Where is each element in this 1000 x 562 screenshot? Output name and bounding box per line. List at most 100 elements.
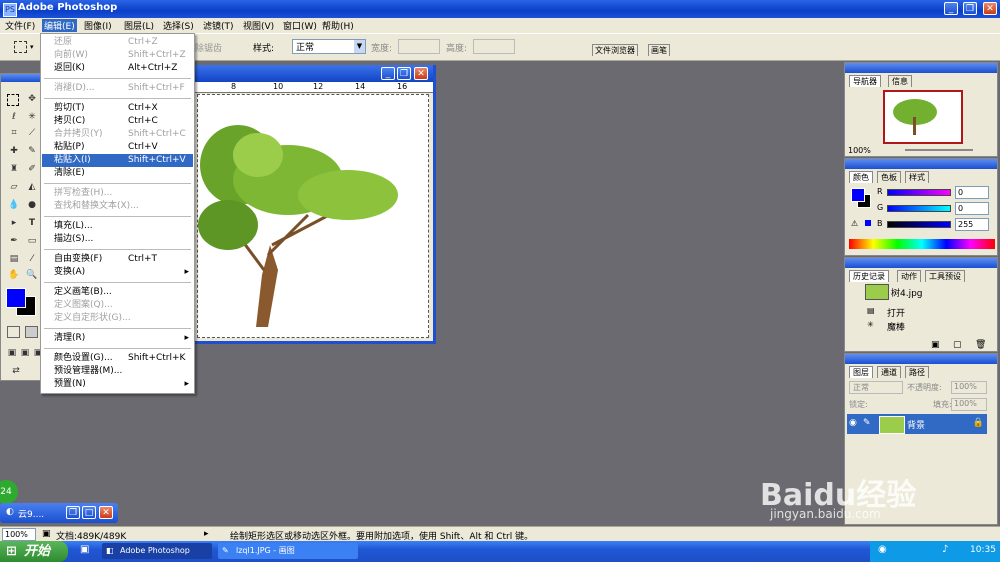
- minimized-maximize-button[interactable]: □: [82, 506, 96, 519]
- marquee-tool-icon[interactable]: [7, 94, 19, 106]
- marquee-preset-icon[interactable]: [14, 41, 27, 53]
- tab-channels[interactable]: 通道: [877, 366, 901, 378]
- fill-field[interactable]: 100%: [951, 398, 987, 411]
- minimize-button[interactable]: _: [944, 2, 958, 15]
- menu-image[interactable]: 图像(I): [82, 19, 114, 32]
- minimized-close-button[interactable]: ✕: [99, 506, 113, 519]
- blue-value[interactable]: 255: [955, 218, 989, 231]
- opacity-field[interactable]: 100%: [951, 381, 987, 394]
- zoom-slider[interactable]: [905, 149, 973, 151]
- tab-layers[interactable]: 图层: [849, 366, 873, 378]
- menu-item-free-transform[interactable]: 自由变换(F) Ctrl+T: [42, 253, 193, 266]
- menu-item-paste-into[interactable]: 粘贴入(I) Shift+Ctrl+V: [42, 154, 193, 167]
- tab-history[interactable]: 历史记录: [849, 270, 889, 282]
- history-item[interactable]: ▤ 打开: [865, 306, 987, 319]
- menu-item-cut[interactable]: 剪切(T) Ctrl+X: [42, 102, 193, 115]
- menu-item-transform[interactable]: 变换(A) ▸: [42, 266, 193, 279]
- screen-mode-standard-icon[interactable]: ▣: [5, 346, 19, 360]
- menu-item-undo[interactable]: 还原 Ctrl+Z: [42, 36, 193, 49]
- green-slider[interactable]: [887, 205, 951, 212]
- color-ramp[interactable]: [849, 239, 995, 249]
- menu-item-find-replace[interactable]: 查找和替换文本(X)...: [42, 200, 193, 213]
- zoom-tool-icon[interactable]: 🔍: [25, 268, 39, 282]
- snapshot-thumbnail[interactable]: [865, 284, 889, 300]
- snapshot-name[interactable]: 树4.jpg: [891, 286, 923, 299]
- new-document-icon[interactable]: ▣: [931, 340, 940, 350]
- chevron-down-icon[interactable]: ▾: [30, 43, 34, 51]
- height-field[interactable]: [473, 39, 515, 54]
- red-value[interactable]: 0: [955, 186, 989, 199]
- doc-minimize-button[interactable]: _: [381, 67, 395, 80]
- pen-tool-icon[interactable]: ✒: [7, 234, 21, 248]
- menu-item-fade[interactable]: 消褪(D)... Shift+Ctrl+F: [42, 82, 193, 95]
- path-selection-tool-icon[interactable]: ▸: [7, 216, 21, 230]
- restore-button[interactable]: ❐: [963, 2, 977, 15]
- minimized-document[interactable]: ◐ 云9.... ❐ □ ✕: [0, 503, 118, 523]
- menu-item-clear[interactable]: 清除(E): [42, 167, 193, 180]
- trash-icon[interactable]: 🗑: [975, 340, 986, 350]
- doc-close-button[interactable]: ✕: [414, 67, 428, 80]
- foreground-color-swatch[interactable]: [851, 188, 865, 202]
- foreground-color-swatch[interactable]: [6, 288, 26, 308]
- crop-tool-icon[interactable]: ⌗: [7, 126, 21, 140]
- document-canvas[interactable]: [197, 94, 429, 338]
- screen-mode-full-menu-icon[interactable]: ▣: [18, 346, 32, 360]
- menu-item-paste[interactable]: 粘贴(P) Ctrl+V: [42, 141, 193, 154]
- history-item[interactable]: ✳ 魔棒: [865, 320, 987, 333]
- navigator-zoom-value[interactable]: 100%: [848, 146, 871, 155]
- menu-item-preset-manager[interactable]: 预设管理器(M)...: [42, 365, 193, 378]
- dodge-tool-icon[interactable]: ●: [25, 198, 39, 212]
- start-button[interactable]: ⊞ 开始: [0, 541, 68, 562]
- tab-swatches[interactable]: 色板: [877, 171, 901, 183]
- tab-navigator[interactable]: 导航器: [849, 75, 881, 87]
- shape-tool-icon[interactable]: ▭: [25, 234, 39, 248]
- menu-edit[interactable]: 编辑(E): [42, 19, 77, 32]
- tab-paths[interactable]: 路径: [905, 366, 929, 378]
- blur-tool-icon[interactable]: 💧: [7, 198, 21, 212]
- tab-brushes[interactable]: 画笔: [648, 44, 670, 56]
- task-photoshop[interactable]: ◧ Adobe Photoshop: [102, 543, 212, 559]
- hand-tool-icon[interactable]: ✋: [7, 268, 21, 282]
- tab-info[interactable]: 信息: [888, 75, 912, 87]
- tab-tool-presets[interactable]: 工具预设: [925, 270, 965, 282]
- task-paint[interactable]: ✎ lzql1.JPG - 画图: [218, 543, 358, 559]
- menu-item-purge[interactable]: 清理(R) ▸: [42, 332, 193, 345]
- close-button[interactable]: ✕: [983, 2, 997, 15]
- eraser-tool-icon[interactable]: ▱: [7, 180, 21, 194]
- healing-brush-tool-icon[interactable]: ✚: [7, 144, 21, 158]
- menu-item-step-backward[interactable]: 返回(K) Alt+Ctrl+Z: [42, 62, 193, 75]
- minimized-restore-button[interactable]: ❐: [66, 506, 80, 519]
- move-tool-icon[interactable]: ✥: [25, 92, 39, 106]
- tray-speaker-icon[interactable]: ♪: [942, 544, 948, 555]
- menu-help[interactable]: 帮助(H): [320, 19, 356, 32]
- menu-item-check-spelling[interactable]: 拼写检查(H)...: [42, 187, 193, 200]
- standard-mode-icon[interactable]: [7, 326, 20, 338]
- menu-item-define-custom-shape[interactable]: 定义自定形状(G)...: [42, 312, 193, 325]
- blue-slider[interactable]: [887, 221, 951, 228]
- gamut-color-swatch[interactable]: [865, 220, 871, 226]
- menu-filter[interactable]: 滤镜(T): [201, 19, 236, 32]
- style-select[interactable]: 正常 ▼: [292, 39, 366, 54]
- new-snapshot-icon[interactable]: ▢: [953, 340, 962, 350]
- notification-badge[interactable]: 24: [0, 480, 18, 504]
- status-arrow-icon[interactable]: ▸: [204, 529, 209, 539]
- menu-window[interactable]: 窗口(W): [281, 19, 319, 32]
- menu-item-step-forward[interactable]: 向前(W) Shift+Ctrl+Z: [42, 49, 193, 62]
- brush-tool-icon[interactable]: ✎: [25, 144, 39, 158]
- menu-item-color-settings[interactable]: 颜色设置(G)... Shift+Ctrl+K: [42, 352, 193, 365]
- menu-item-copy-merged[interactable]: 合并拷贝(Y) Shift+Ctrl+C: [42, 128, 193, 141]
- desktop-icon[interactable]: ▣: [80, 544, 89, 555]
- slice-tool-icon[interactable]: ⟋: [25, 126, 39, 140]
- tab-file-browser[interactable]: 文件浏览器: [592, 44, 638, 56]
- width-field[interactable]: [398, 39, 440, 54]
- jump-to-imageready-icon[interactable]: ⇄: [9, 364, 23, 378]
- status-zoom-field[interactable]: 100%: [2, 528, 36, 541]
- eyedropper-tool-icon[interactable]: ⁄: [25, 252, 39, 266]
- menu-item-define-pattern[interactable]: 定义图案(Q)...: [42, 299, 193, 312]
- quick-mask-icon[interactable]: [25, 326, 38, 338]
- tab-color[interactable]: 颜色: [849, 171, 873, 183]
- green-value[interactable]: 0: [955, 202, 989, 215]
- history-brush-tool-icon[interactable]: ✐: [25, 162, 39, 176]
- lasso-tool-icon[interactable]: ℓ: [7, 110, 21, 124]
- magic-wand-tool-icon[interactable]: ✳: [25, 110, 39, 124]
